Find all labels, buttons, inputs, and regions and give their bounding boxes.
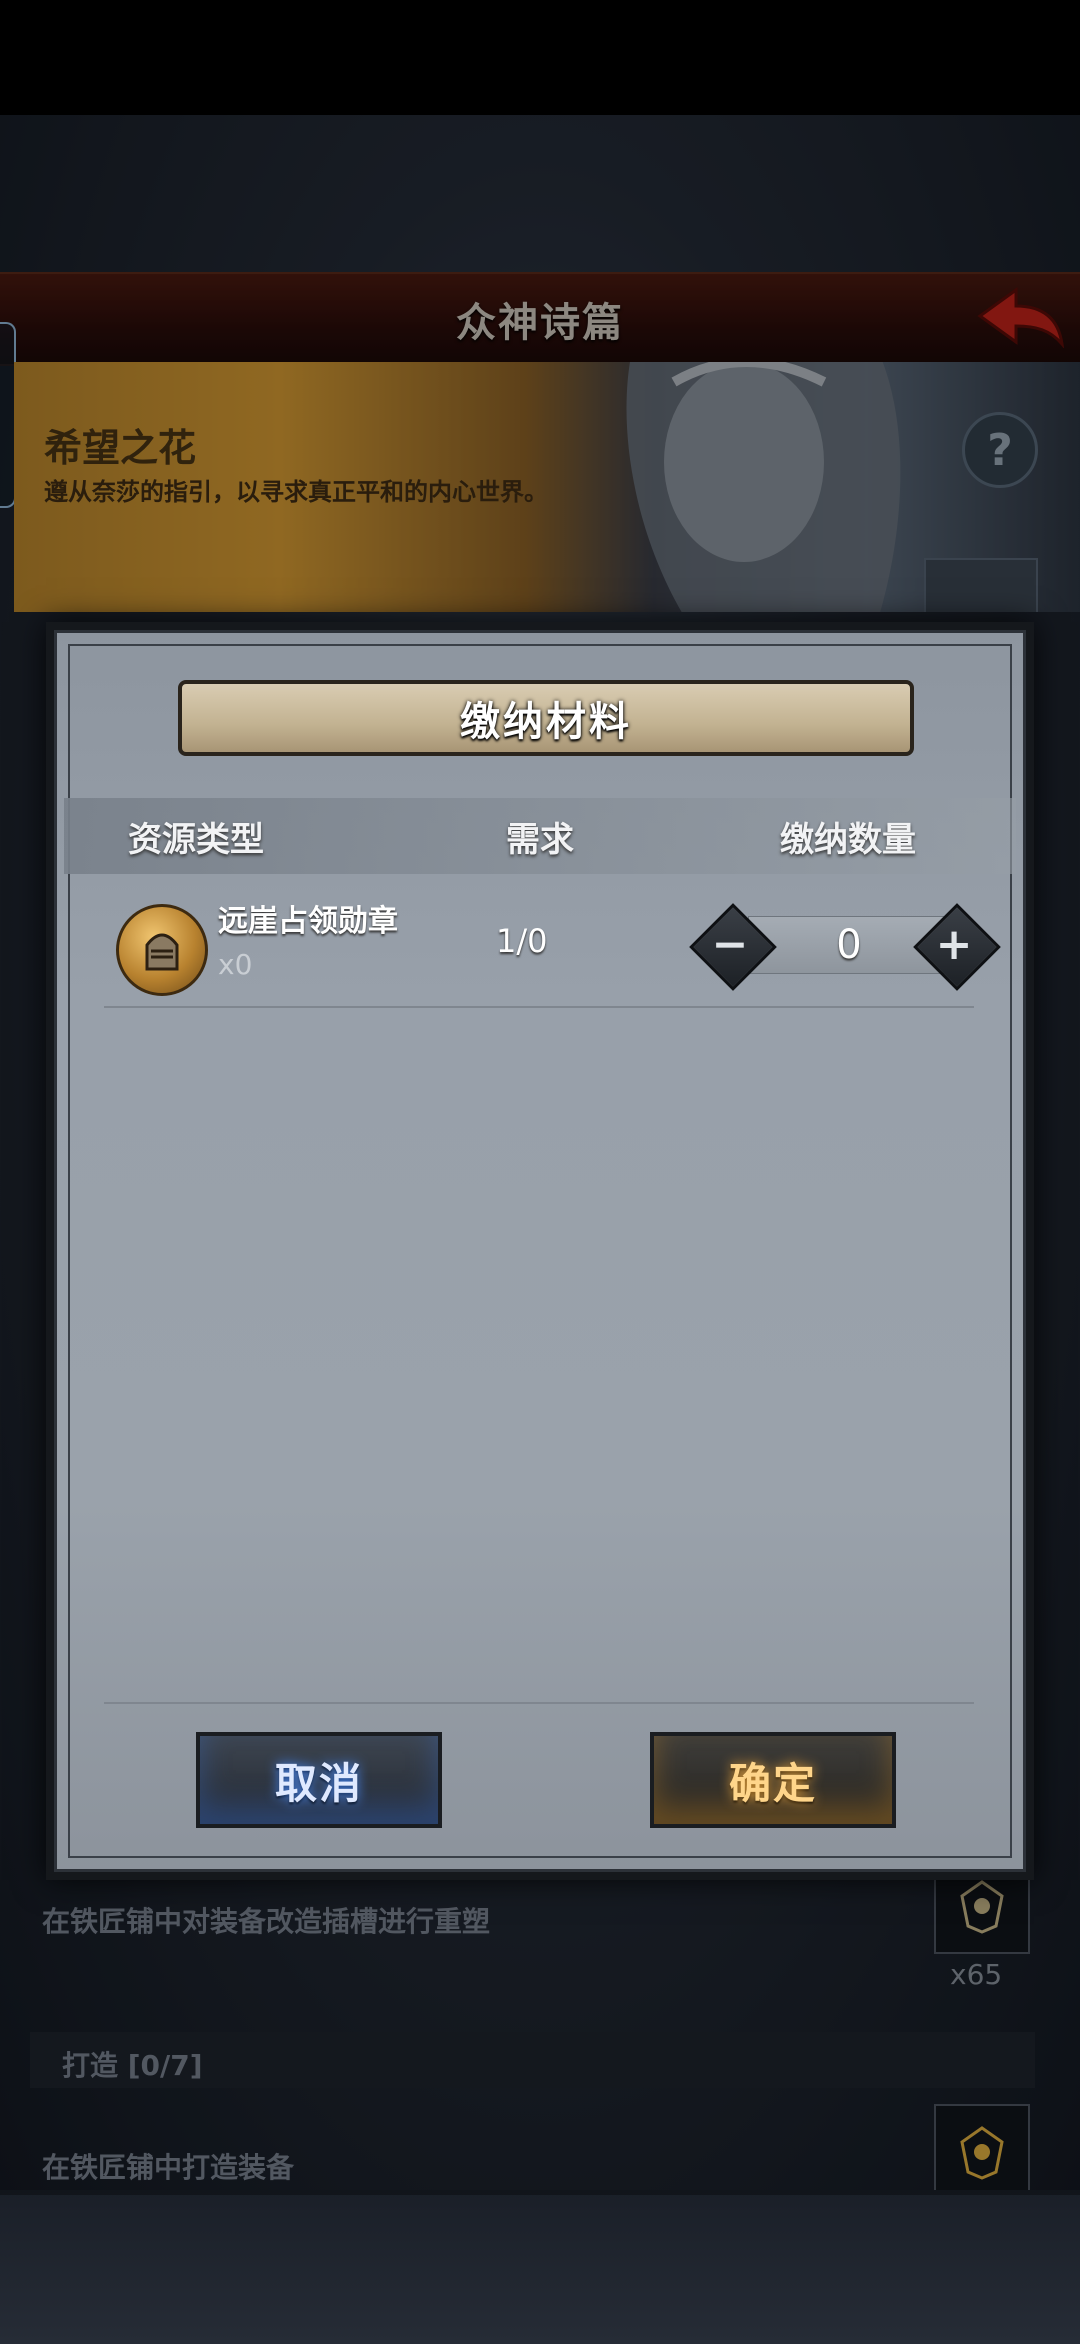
row-divider (104, 1006, 974, 1008)
column-header-requirement: 需求 (506, 819, 574, 860)
resource-name: 远崖占领勋章 (218, 904, 398, 939)
resource-requirement: 1/0 (496, 922, 548, 960)
cancel-button[interactable]: 取消 (196, 1732, 442, 1828)
table-header: 资源类型 需求 缴纳数量 (64, 798, 1016, 874)
knight-helmet-medal-icon (116, 904, 208, 996)
dialog-title-plate: 缴纳材料 (178, 680, 914, 756)
minus-icon: − (711, 918, 749, 970)
status-bar (0, 0, 1080, 115)
submit-materials-dialog: 缴纳材料 资源类型 需求 缴纳数量 远崖占领勋章 x0 1/0 0 − + 取消… (46, 622, 1034, 1880)
column-header-resource-type: 资源类型 (128, 819, 264, 860)
plus-icon: + (935, 918, 973, 970)
dialog-title: 缴纳材料 (460, 699, 632, 745)
bottom-band (0, 2190, 1080, 2344)
column-header-submit-quantity: 缴纳数量 (780, 819, 916, 860)
confirm-button[interactable]: 确定 (650, 1732, 896, 1828)
resource-owned-count: x0 (218, 948, 253, 981)
quantity-value: 0 (836, 922, 862, 968)
footer-divider (104, 1702, 974, 1704)
